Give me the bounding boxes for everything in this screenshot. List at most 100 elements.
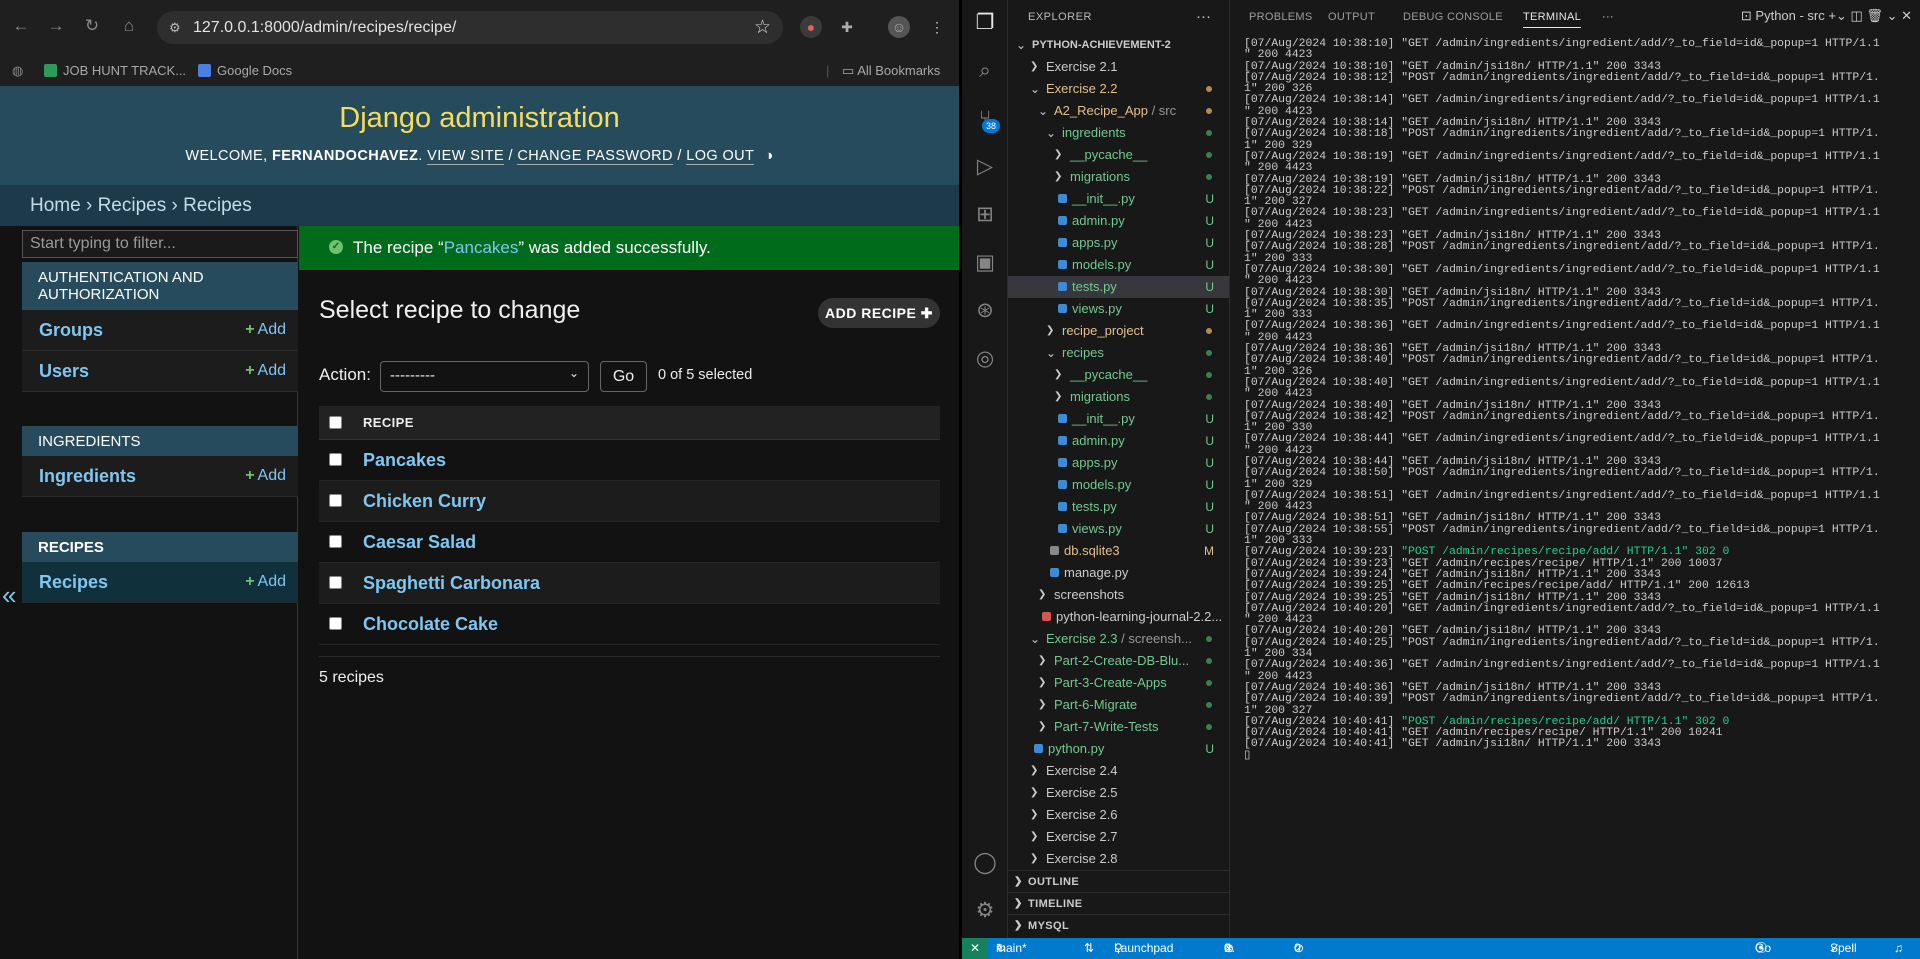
add-recipe-button[interactable]: ADD RECIPE ✚ [818,298,940,328]
tree-item[interactable]: ⌄ A2_Recipe_App / src [1008,100,1229,122]
run-debug-icon[interactable]: ▷ [972,154,998,180]
row-checkbox[interactable] [329,576,342,589]
remote-indicator-icon[interactable]: ✕ [962,938,988,959]
theme-toggle-icon[interactable]: ◑ [764,148,773,164]
docker-icon[interactable]: ▣ [972,250,998,276]
bookmark-job-hunt[interactable]: JOB HUNT TRACK... [44,63,186,78]
section-timeline[interactable]: ❯ TIMELINE [1008,892,1229,914]
row-checkbox[interactable] [329,453,342,466]
tree-item[interactable]: ❯ Exercise 2.8 [1008,848,1229,870]
tab-terminal[interactable]: TERMINAL [1523,11,1582,28]
model-link-users[interactable]: Users [39,361,245,382]
remote-explorer-icon[interactable]: ◎ [972,346,998,372]
tab-output[interactable]: OUTPUT [1328,11,1375,23]
reload-icon[interactable]: ↻ [80,14,104,38]
action-select[interactable]: --------- ⌄ [380,361,589,392]
panel-more-icon[interactable]: ··· [1602,11,1614,23]
view-site-link[interactable]: VIEW SITE [427,148,505,165]
module-caption-auth[interactable]: AUTHENTICATION AND AUTHORIZATION [22,262,298,310]
kill-terminal-icon[interactable]: 🗑 [1866,8,1883,23]
toggle-sidebar-icon[interactable]: « [2,580,16,611]
tree-item[interactable]: tests.py U [1008,496,1229,518]
module-caption-recipes[interactable]: RECIPES [22,532,298,562]
profile-avatar[interactable]: ☺ [888,16,910,38]
all-bookmarks[interactable]: ▭ All Bookmarks [842,63,940,79]
tree-item[interactable]: admin.py U [1008,210,1229,232]
tree-item[interactable]: ⌄ recipes [1008,342,1229,364]
section-mysql[interactable]: ❯ MYSQL [1008,914,1229,936]
section-outline[interactable]: ❯ OUTLINE [1008,870,1229,892]
tree-item[interactable]: ❯ __pycache__ [1008,364,1229,386]
tree-item[interactable]: ⌄ Exercise 2.2 [1008,78,1229,100]
home-icon[interactable]: ⌂ [117,14,141,38]
module-caption-ingredients[interactable]: INGREDIENTS [22,426,298,456]
tree-item[interactable]: views.py U [1008,298,1229,320]
forward-icon[interactable]: → [44,14,68,38]
tree-item[interactable]: views.py U [1008,518,1229,540]
tree-item[interactable]: ⌄ ingredients [1008,122,1229,144]
notifications-bell-icon[interactable]: ♫ [1894,938,1903,959]
tree-item[interactable]: db.sqlite3 M [1008,540,1229,562]
recipe-link[interactable]: Caesar Salad [363,532,476,553]
settings-gear-icon[interactable]: ⚙ [972,898,998,924]
tree-item[interactable]: __init__.py U [1008,408,1229,430]
tree-item[interactable]: ❯ Part-6-Migrate [1008,694,1229,716]
row-checkbox[interactable] [329,494,342,507]
tree-item[interactable]: tests.py U [1008,276,1229,298]
log-out-link[interactable]: LOG OUT [686,148,755,165]
search-icon[interactable]: ⌕ [972,58,998,84]
tree-item[interactable]: python-learning-journal-2.2... [1008,606,1229,628]
tree-item[interactable]: ❯ __pycache__ [1008,144,1229,166]
tab-problems[interactable]: PROBLEMS [1249,11,1313,23]
model-link-ingredients[interactable]: Ingredients [39,466,245,487]
tree-item[interactable]: manage.py [1008,562,1229,584]
tree-item[interactable]: ❯ screenshots [1008,584,1229,606]
browser-menu-icon[interactable]: ⋮ [926,16,948,38]
add-groups-link[interactable]: + Add [245,321,286,339]
new-terminal-icon[interactable]: +⌄ [1828,8,1846,23]
tree-item[interactable]: apps.py U [1008,232,1229,254]
change-password-link[interactable]: CHANGE PASSWORD [517,148,673,165]
tree-item[interactable]: ❯ recipe_project [1008,320,1229,342]
close-panel-icon[interactable]: ✕ [1901,8,1912,23]
sidebar-item-groups[interactable]: Groups + Add [22,310,298,351]
tree-item[interactable]: ❯ Exercise 2.6 [1008,804,1229,826]
tree-item[interactable]: ❯ migrations [1008,386,1229,408]
address-bar[interactable]: ⚙ 127.0.0.1:8000/admin/recipes/recipe/ ☆ [157,11,783,44]
recipe-link[interactable]: Chicken Curry [363,491,486,512]
breadcrumb[interactable]: Home › Recipes › Recipes [0,185,959,226]
tree-item[interactable]: ❯ Exercise 2.4 [1008,760,1229,782]
go-button[interactable]: Go [600,361,647,392]
tab-debug-console[interactable]: DEBUG CONSOLE [1403,11,1503,23]
git-graph-icon[interactable]: ⊛ [972,298,998,324]
sync-status-icon[interactable]: ⇅ [1084,938,1094,959]
split-terminal-icon[interactable]: ◫ [1851,8,1863,23]
tree-item[interactable]: models.py U [1008,254,1229,276]
tree-item[interactable]: ❯ Exercise 2.1 [1008,56,1229,78]
tree-item[interactable]: ❯ Part-7-Write-Tests [1008,716,1229,738]
extension-icon[interactable]: ● [800,16,822,38]
tree-item[interactable]: ❯ Exercise 2.7 [1008,826,1229,848]
recipe-link[interactable]: Chocolate Cake [363,614,498,635]
sidebar-item-users[interactable]: Users + Add [22,351,298,392]
tree-item[interactable]: ❯ Part-3-Create-Apps [1008,672,1229,694]
message-recipe-link[interactable]: Pancakes [444,238,519,257]
add-recipes-link[interactable]: + Add [245,573,286,591]
extensions-icon[interactable]: ⊞ [972,202,998,228]
tree-item[interactable]: models.py U [1008,474,1229,496]
account-icon[interactable]: ◯ [972,850,998,876]
bookmark-google-docs[interactable]: Google Docs [198,63,292,78]
recipe-link[interactable]: Spaghetti Carbonara [363,573,540,594]
add-ingredients-link[interactable]: + Add [245,467,286,485]
explorer-files-icon[interactable]: ❐ [972,10,998,36]
tree-item[interactable]: admin.py U [1008,430,1229,452]
terminal-name[interactable]: Python - src [1755,8,1824,23]
terminal-output[interactable]: [07/Aug/2024 10:38:10] "GET /admin/ingre… [1244,38,1910,762]
tree-item[interactable]: ⌄ Exercise 2.3 / screensh... [1008,628,1229,650]
sidebar-item-ingredients[interactable]: Ingredients + Add [22,456,298,497]
row-checkbox[interactable] [329,535,342,548]
back-icon[interactable]: ← [9,14,33,38]
select-all-checkbox[interactable] [329,416,342,429]
add-users-link[interactable]: + Add [245,362,286,380]
maximize-panel-icon[interactable]: ⌄ [1887,8,1898,23]
